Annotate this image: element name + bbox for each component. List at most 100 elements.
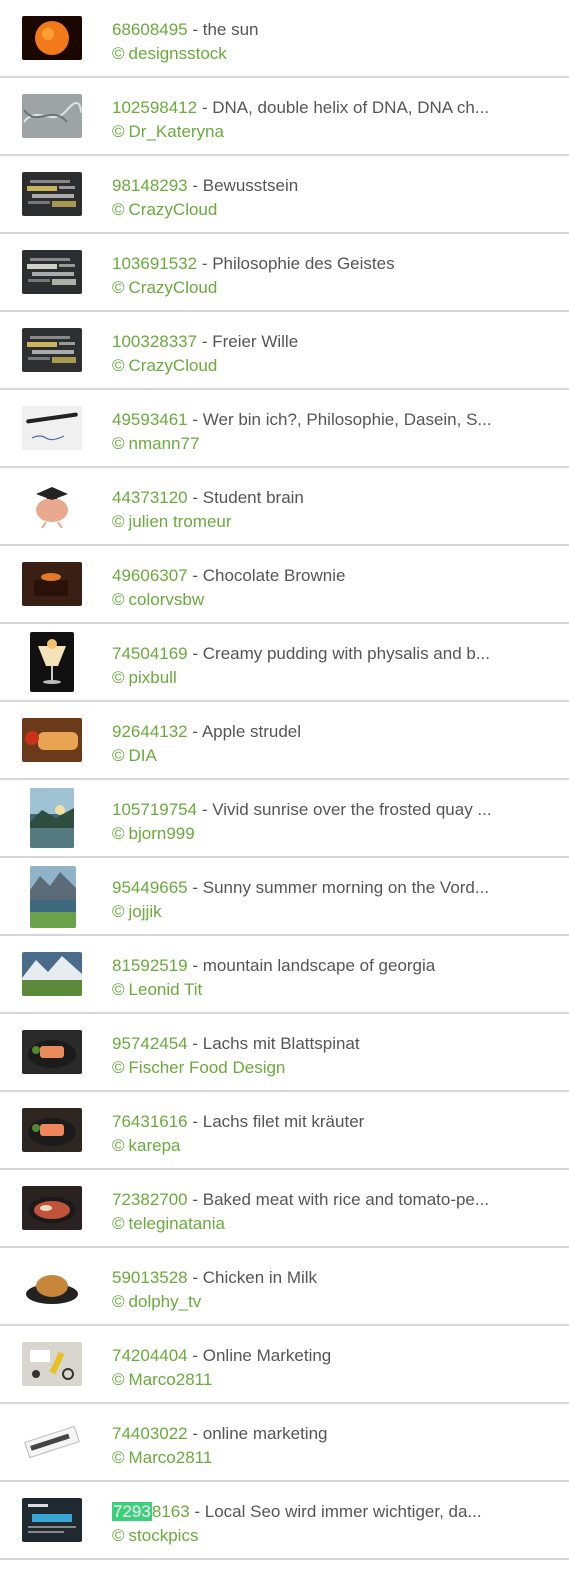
- item-id[interactable]: 72938163: [112, 1502, 190, 1521]
- list-item[interactable]: 74403022 - online marketing © Marco2811: [0, 1404, 569, 1482]
- wordcloud-image[interactable]: [22, 172, 82, 216]
- item-id[interactable]: 49593461: [112, 410, 188, 429]
- item-id[interactable]: 74504169: [112, 644, 188, 663]
- item-author[interactable]: pixbull: [129, 668, 177, 687]
- list-item[interactable]: 74204404 - Online Marketing © Marco2811: [0, 1326, 569, 1404]
- list-item[interactable]: 44373120 - Student brain © julien tromeur: [0, 468, 569, 546]
- item-author[interactable]: colorvsbw: [129, 590, 205, 609]
- item-title-line[interactable]: 49593461 - Wer bin ich?, Philosophie, Da…: [112, 408, 532, 432]
- item-author-line[interactable]: © colorvsbw: [112, 588, 532, 612]
- item-id[interactable]: 59013528: [112, 1268, 188, 1287]
- sun-image[interactable]: [22, 16, 82, 60]
- item-author-line[interactable]: © bjorn999: [112, 822, 532, 846]
- item-title-line[interactable]: 81592519 - mountain landscape of georgia: [112, 954, 532, 978]
- list-item[interactable]: 98148293 - Bewusstsein © CrazyCloud: [0, 156, 569, 234]
- item-title-line[interactable]: 59013528 - Chicken in Milk: [112, 1266, 532, 1290]
- item-author[interactable]: karepa: [129, 1136, 181, 1155]
- list-item[interactable]: 103691532 - Philosophie des Geistes © Craz…: [0, 234, 569, 312]
- lake-image[interactable]: [30, 866, 76, 928]
- list-item[interactable]: 92644132 - Apple strudel © DIA: [0, 702, 569, 780]
- list-item[interactable]: 49606307 - Chocolate Brownie © colorvsbw: [0, 546, 569, 624]
- meat-image[interactable]: [22, 1186, 82, 1230]
- brain-graduate-image[interactable]: [22, 484, 82, 528]
- item-author[interactable]: Dr_Kateryna: [129, 122, 224, 141]
- item-id[interactable]: 100328337: [112, 332, 197, 351]
- item-author-line[interactable]: © Marco2811: [112, 1446, 532, 1470]
- item-id[interactable]: 68608495: [112, 20, 188, 39]
- item-author-line[interactable]: © DIA: [112, 744, 532, 768]
- item-author[interactable]: Leonid Tit: [129, 980, 203, 999]
- item-title-line[interactable]: 72382700 - Baked meat with rice and toma…: [112, 1188, 532, 1212]
- item-title-line[interactable]: 76431616 - Lachs filet mit kräuter: [112, 1110, 532, 1134]
- local-seo-image[interactable]: [22, 1498, 82, 1542]
- list-item[interactable]: 76431616 - Lachs filet mit kräuter © karep…: [0, 1092, 569, 1170]
- item-author-line[interactable]: © dolphy_tv: [112, 1290, 532, 1314]
- item-title-line[interactable]: 105719754 - Vivid sunrise over the frost…: [112, 798, 532, 822]
- item-title-line[interactable]: 95742454 - Lachs mit Blattspinat: [112, 1032, 532, 1056]
- item-id[interactable]: 49606307: [112, 566, 188, 585]
- item-author[interactable]: Marco2811: [129, 1370, 213, 1389]
- item-author[interactable]: stockpics: [129, 1526, 199, 1545]
- item-id[interactable]: 81592519: [112, 956, 188, 975]
- item-author-line[interactable]: © stockpics: [112, 1524, 532, 1548]
- item-author[interactable]: bjorn999: [129, 824, 195, 843]
- item-id[interactable]: 95742454: [112, 1034, 188, 1053]
- wordcloud-image[interactable]: [22, 250, 82, 294]
- item-id[interactable]: 72382700: [112, 1190, 188, 1209]
- item-author[interactable]: dolphy_tv: [129, 1292, 202, 1311]
- item-author[interactable]: teleginatania: [129, 1214, 225, 1233]
- wordcloud-image[interactable]: [22, 328, 82, 372]
- item-author-line[interactable]: © CrazyCloud: [112, 354, 532, 378]
- strudel-image[interactable]: [22, 718, 82, 762]
- item-author-line[interactable]: © CrazyCloud: [112, 198, 532, 222]
- item-author[interactable]: julien tromeur: [129, 512, 232, 531]
- salmon-image[interactable]: [22, 1030, 82, 1074]
- item-author-line[interactable]: © Leonid Tit: [112, 978, 532, 1002]
- item-author-line[interactable]: © Dr_Kateryna: [112, 120, 532, 144]
- sunrise-image[interactable]: [30, 788, 74, 848]
- item-author[interactable]: DIA: [129, 746, 157, 765]
- item-title-line[interactable]: 95449665 - Sunny summer morning on the V…: [112, 876, 532, 900]
- item-author[interactable]: nmann77: [129, 434, 200, 453]
- list-item[interactable]: 102598412 - DNA, double helix of DNA, DN…: [0, 78, 569, 156]
- list-item[interactable]: 72938163 - Local Seo wird immer wichtige…: [0, 1482, 569, 1560]
- item-author-line[interactable]: © jojjik: [112, 900, 532, 924]
- list-item[interactable]: 81592519 - mountain landscape of georgia…: [0, 936, 569, 1014]
- item-title-line[interactable]: 103691532 - Philosophie des Geistes: [112, 252, 532, 276]
- item-id[interactable]: 105719754: [112, 800, 197, 819]
- list-item[interactable]: 105719754 - Vivid sunrise over the frost…: [0, 780, 569, 858]
- item-title-line[interactable]: 44373120 - Student brain: [112, 486, 532, 510]
- item-author-line[interactable]: © designsstock: [112, 42, 532, 66]
- dna-image[interactable]: [22, 94, 82, 138]
- item-title-line[interactable]: 68608495 - the sun: [112, 18, 532, 42]
- item-author-line[interactable]: © julien tromeur: [112, 510, 532, 534]
- list-item[interactable]: 68608495 - the sun © designsstock: [0, 0, 569, 78]
- item-author-line[interactable]: © CrazyCloud: [112, 276, 532, 300]
- item-id[interactable]: 103691532: [112, 254, 197, 273]
- marketing-image[interactable]: [22, 1342, 82, 1386]
- list-item[interactable]: 100328337 - Freier Wille © CrazyCloud: [0, 312, 569, 390]
- item-author[interactable]: CrazyCloud: [129, 200, 218, 219]
- item-title-line[interactable]: 49606307 - Chocolate Brownie: [112, 564, 532, 588]
- item-id[interactable]: 95449665: [112, 878, 188, 897]
- item-id[interactable]: 102598412: [112, 98, 197, 117]
- item-author-line[interactable]: © teleginatania: [112, 1212, 532, 1236]
- item-author[interactable]: CrazyCloud: [129, 278, 218, 297]
- item-author[interactable]: CrazyCloud: [129, 356, 218, 375]
- brownie-image[interactable]: [22, 562, 82, 606]
- item-title-line[interactable]: 72938163 - Local Seo wird immer wichtige…: [112, 1500, 532, 1524]
- item-author-line[interactable]: © nmann77: [112, 432, 532, 456]
- item-id[interactable]: 74204404: [112, 1346, 188, 1365]
- mountain-image[interactable]: [22, 952, 82, 996]
- pudding-image[interactable]: [30, 632, 74, 692]
- list-item[interactable]: 95449665 - Sunny summer morning on the V…: [0, 858, 569, 936]
- list-item[interactable]: 59013528 - Chicken in Milk © dolphy_tv: [0, 1248, 569, 1326]
- list-item[interactable]: 49593461 - Wer bin ich?, Philosophie, Da…: [0, 390, 569, 468]
- item-id[interactable]: 92644132: [112, 722, 188, 741]
- item-title-line[interactable]: 74504169 - Creamy pudding with physalis …: [112, 642, 532, 666]
- item-id[interactable]: 76431616: [112, 1112, 188, 1131]
- item-title-line[interactable]: 74204404 - Online Marketing: [112, 1344, 532, 1368]
- item-id[interactable]: 98148293: [112, 176, 188, 195]
- list-item[interactable]: 95742454 - Lachs mit Blattspinat © Fischer…: [0, 1014, 569, 1092]
- item-author[interactable]: Marco2811: [129, 1448, 213, 1467]
